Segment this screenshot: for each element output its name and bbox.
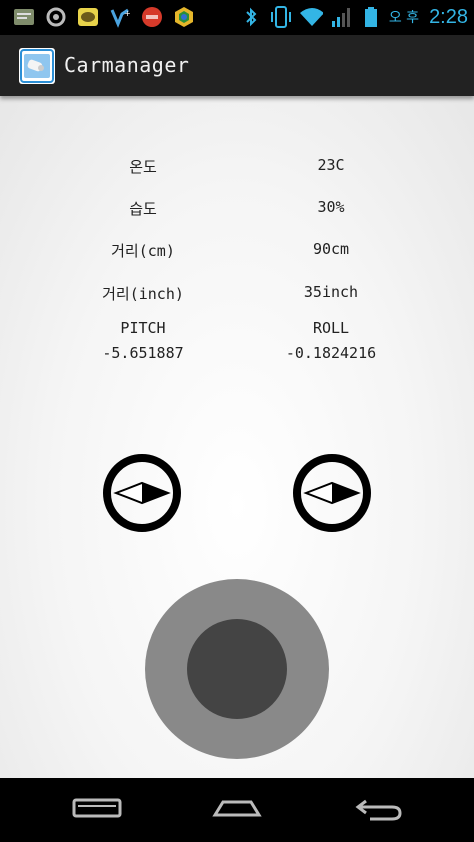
clock: 2:28: [429, 5, 468, 28]
humidity-value: 30%: [317, 198, 345, 216]
chrome-icon: [172, 5, 196, 29]
distance-inch-label: 거리(inch): [102, 285, 184, 303]
back-button[interactable]: [348, 792, 408, 828]
home-icon: [211, 797, 263, 823]
home-button[interactable]: [207, 792, 267, 828]
app-title: Carmanager: [64, 53, 190, 77]
bluetooth-icon: [239, 5, 263, 29]
main-content: 온도 23C 습도 30% 거리(cm) 90cm 거리(inch) 35inc…: [0, 96, 474, 778]
joystick-knob[interactable]: [187, 619, 287, 719]
roll-gauge: [292, 453, 372, 533]
sms-app-icon: [12, 5, 36, 29]
distance-cm-label: 거리(cm): [111, 242, 175, 260]
temperature-label: 온도: [129, 158, 157, 176]
app-logo-icon[interactable]: [19, 48, 55, 84]
pitch-label: PITCH: [120, 319, 166, 337]
humidity-label: 습도: [129, 200, 157, 218]
ime-indicator: 오 후: [388, 10, 420, 26]
roll-label: ROLL: [312, 319, 350, 337]
kakaotalk-icon: [76, 5, 100, 29]
recent-apps-icon: [72, 797, 122, 823]
svg-text:+: +: [124, 9, 131, 18]
distance-cm-value: 90cm: [312, 240, 350, 258]
wifi-icon: [299, 5, 323, 29]
roll-value: -0.1824216: [285, 344, 377, 362]
battery-icon: [359, 5, 383, 29]
pitch-value: -5.651887: [102, 344, 184, 362]
status-bar: + 오 후 2:28: [0, 0, 474, 35]
coupon-app-icon: [140, 5, 164, 29]
settings-app-icon: [44, 5, 68, 29]
signal-icon: [329, 5, 353, 29]
action-bar: Carmanager: [0, 35, 474, 96]
recent-apps-button[interactable]: [67, 792, 127, 828]
distance-inch-value: 35inch: [303, 283, 359, 301]
navigation-bar: [0, 778, 474, 842]
vine-icon: +: [108, 5, 132, 29]
temperature-value: 23C: [317, 156, 345, 174]
back-icon: [352, 795, 404, 825]
pitch-gauge: [102, 453, 182, 533]
vibrate-icon: [269, 5, 293, 29]
